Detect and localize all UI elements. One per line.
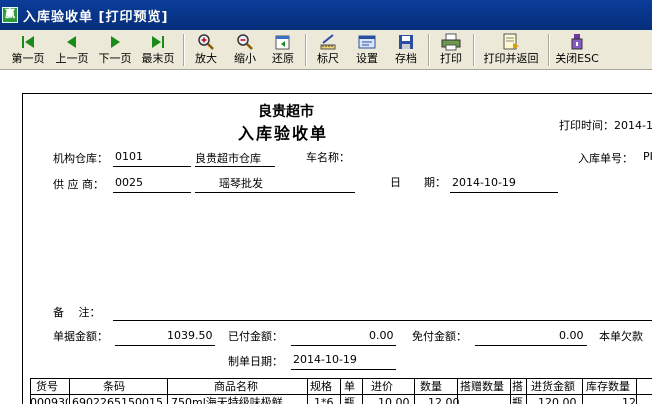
paid-label: 已付金额： (228, 330, 283, 343)
warehouse-name: 良贵超市仓库 (195, 152, 261, 165)
ruler-button[interactable]: 标尺 (312, 32, 344, 68)
company-name: 良贵超市 (258, 104, 314, 120)
car-name-label: 车名称： (306, 151, 350, 164)
zoom-in-button[interactable]: 放大 (190, 32, 222, 68)
date-value: 2014-10-19 (452, 176, 516, 189)
col-header: 搭赠数量 (460, 380, 504, 393)
zoom-in-icon (197, 32, 215, 52)
date-label-1: 日 (390, 176, 401, 189)
items-table: 货号 条码 商品名称 规格 单 进价 数量 搭赠数量 搭 进货金额 库存数量 0… (30, 378, 652, 404)
warehouse-label: 机构仓库： (53, 152, 108, 165)
supplier-name: 瑶琴批发 (219, 177, 263, 190)
col-header: 条码 (103, 380, 125, 393)
made-date-label: 制单日期： (228, 355, 283, 368)
window-title: 入库验收单 [打印预览] (23, 9, 169, 25)
toolbar-separator (428, 34, 430, 66)
first-page-icon (20, 32, 36, 52)
settings-label: 设置 (356, 52, 378, 65)
save-button[interactable]: 存档 (390, 32, 422, 68)
print-sheet: 良贵超市 入库验收单 打印时间：2014-1 机构仓库： 0101 良贵超市仓库… (22, 93, 652, 404)
amount-value: 1039.50 (167, 329, 213, 342)
next-page-button[interactable]: 下一页 (95, 32, 135, 68)
table-header: 货号 条码 商品名称 规格 单 进价 数量 搭赠数量 搭 进货金额 库存数量 (30, 379, 652, 394)
print-time: 打印时间：2014-1 (559, 119, 652, 132)
preview-canvas: 良贵超市 入库验收单 打印时间：2014-1 机构仓库： 0101 良贵超市仓库… (0, 71, 652, 404)
toolbar-separator (183, 34, 185, 66)
remark-label: 备 注： (53, 306, 101, 319)
inbound-no-value: PI (643, 150, 652, 163)
last-page-button[interactable]: 最末页 (138, 32, 178, 68)
col-header: 商品名称 (214, 380, 258, 393)
restore-button[interactable]: 还原 (267, 32, 299, 68)
restore-icon (274, 32, 292, 52)
toolbar-separator (548, 34, 550, 66)
col-header: 货号 (36, 380, 58, 393)
settings-icon (358, 32, 376, 52)
col-header: 库存数量 (586, 380, 630, 393)
ruler-label: 标尺 (317, 52, 339, 65)
zoom-out-button[interactable]: 缩小 (229, 32, 261, 68)
prev-page-button[interactable]: 上一页 (52, 32, 92, 68)
restore-label: 还原 (272, 52, 294, 65)
settings-button[interactable]: 设置 (351, 32, 383, 68)
paid-value: 0.00 (369, 329, 394, 342)
free-value: 0.00 (559, 329, 584, 342)
made-date-value: 2014-10-19 (293, 353, 357, 366)
supplier-label: 供 应 商： (53, 178, 104, 191)
print-label: 打印 (440, 52, 462, 65)
col-header: 数量 (420, 380, 442, 393)
last-page-label: 最末页 (141, 52, 175, 65)
first-page-button[interactable]: 第一页 (8, 32, 48, 68)
zoom-out-label: 缩小 (234, 52, 256, 65)
col-header: 进货金额 (531, 380, 575, 393)
prev-page-icon (64, 32, 80, 52)
col-header: 进价 (371, 380, 393, 393)
ruler-icon (319, 32, 337, 52)
toolbar-separator (305, 34, 307, 66)
app-icon: 赢 (2, 7, 18, 23)
zoom-in-label: 放大 (195, 52, 217, 65)
amount-label: 单据金额： (53, 330, 108, 343)
print-return-label: 打印并返回 (483, 52, 539, 65)
save-label: 存档 (395, 52, 417, 65)
inbound-no-label: 入库单号： (578, 152, 633, 165)
col-header: 单 (344, 380, 355, 393)
print-button[interactable]: 打印 (435, 32, 467, 68)
close-button[interactable]: 关闭ESC (553, 32, 601, 68)
zoom-out-icon (236, 32, 254, 52)
col-header: 规格 (310, 380, 332, 393)
prev-page-label: 上一页 (55, 52, 89, 65)
table-row: 000930 6902265150015 750ml海天特级味极鲜 1*6 瓶 … (30, 394, 652, 404)
col-header: 搭 (512, 380, 523, 393)
last-page-icon (150, 32, 166, 52)
print-return-icon (501, 32, 521, 52)
supplier-code: 0025 (115, 176, 143, 189)
free-label: 免付金额： (412, 330, 467, 343)
toolbar: 第一页 上一页 下一页 最末页 放大 缩小 还原 标尺 设置 存档 打印 打印并… (0, 30, 652, 70)
date-label-2: 期： (424, 176, 446, 189)
next-page-label: 下一页 (98, 52, 132, 65)
print-return-button[interactable]: 打印并返回 (478, 32, 544, 68)
close-label: 关闭ESC (555, 52, 599, 65)
title-bar: 赢 入库验收单 [打印预览] (0, 0, 652, 30)
toolbar-separator (473, 34, 475, 66)
close-esc-icon (568, 32, 586, 52)
warehouse-code: 0101 (115, 150, 143, 163)
owed-label: 本单欠款 (599, 330, 643, 343)
next-page-icon (107, 32, 123, 52)
document-title: 入库验收单 (238, 124, 329, 143)
printer-icon (441, 32, 461, 52)
first-page-label: 第一页 (11, 52, 45, 65)
floppy-icon (397, 32, 415, 52)
